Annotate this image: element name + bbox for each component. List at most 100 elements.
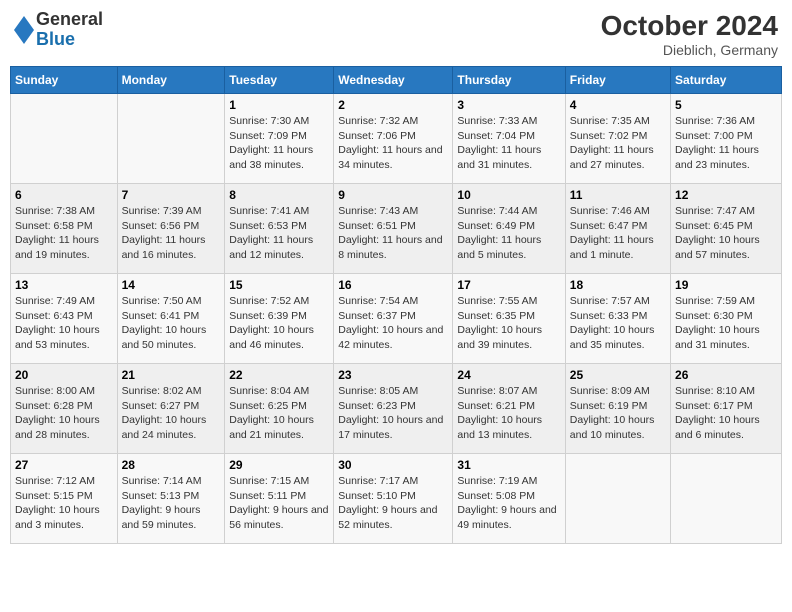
calendar-day-cell: 30 Sunrise: 7:17 AM Sunset: 5:10 PM Dayli… [334,454,453,544]
day-info: Sunrise: 7:12 AM Sunset: 5:15 PM Dayligh… [15,474,113,533]
calendar-day-cell: 5 Sunrise: 7:36 AM Sunset: 7:00 PM Daylig… [671,94,782,184]
day-number: 20 [15,368,113,382]
day-info: Sunrise: 7:52 AM Sunset: 6:39 PM Dayligh… [229,294,329,353]
calendar-day-cell: 16 Sunrise: 7:54 AM Sunset: 6:37 PM Dayli… [334,274,453,364]
day-info: Sunrise: 7:50 AM Sunset: 6:41 PM Dayligh… [122,294,221,353]
calendar-day-cell: 15 Sunrise: 7:52 AM Sunset: 6:39 PM Dayli… [225,274,334,364]
day-info: Sunrise: 8:05 AM Sunset: 6:23 PM Dayligh… [338,384,448,443]
calendar-day-cell: 25 Sunrise: 8:09 AM Sunset: 6:19 PM Dayli… [565,364,670,454]
weekday-header-cell: Tuesday [225,67,334,94]
day-info: Sunrise: 7:38 AM Sunset: 6:58 PM Dayligh… [15,204,113,263]
calendar-day-cell: 28 Sunrise: 7:14 AM Sunset: 5:13 PM Dayli… [117,454,225,544]
day-number: 7 [122,188,221,202]
calendar-day-cell: 31 Sunrise: 7:19 AM Sunset: 5:08 PM Dayli… [453,454,565,544]
calendar-day-cell: 23 Sunrise: 8:05 AM Sunset: 6:23 PM Dayli… [334,364,453,454]
calendar-day-cell [671,454,782,544]
day-info: Sunrise: 7:46 AM Sunset: 6:47 PM Dayligh… [570,204,666,263]
location-subtitle: Dieblich, Germany [601,42,778,58]
logo-icon [14,16,34,44]
day-info: Sunrise: 8:07 AM Sunset: 6:21 PM Dayligh… [457,384,560,443]
calendar-day-cell: 7Sunrise: 7:39 AM Sunset: 6:56 PM Daylig… [117,184,225,274]
calendar-day-cell: 8Sunrise: 7:41 AM Sunset: 6:53 PM Daylig… [225,184,334,274]
day-number: 1 [229,98,329,112]
weekday-header-cell: Friday [565,67,670,94]
weekday-header-cell: Wednesday [334,67,453,94]
calendar-table: SundayMondayTuesdayWednesdayThursdayFrid… [10,66,782,544]
day-number: 12 [675,188,777,202]
day-number: 27 [15,458,113,472]
day-number: 19 [675,278,777,292]
day-number: 15 [229,278,329,292]
calendar-day-cell: 3 Sunrise: 7:33 AM Sunset: 7:04 PM Daylig… [453,94,565,184]
day-info: Sunrise: 8:09 AM Sunset: 6:19 PM Dayligh… [570,384,666,443]
calendar-day-cell: 1Sunrise: 7:30 AM Sunset: 7:09 PM Daylig… [225,94,334,184]
month-year-title: October 2024 [601,10,778,42]
day-info: Sunrise: 7:15 AM Sunset: 5:11 PM Dayligh… [229,474,329,533]
day-number: 30 [338,458,448,472]
day-number: 17 [457,278,560,292]
weekday-header-cell: Thursday [453,67,565,94]
logo-text: General Blue [36,10,103,50]
calendar-day-cell: 26 Sunrise: 8:10 AM Sunset: 6:17 PM Dayli… [671,364,782,454]
logo: General Blue [14,10,103,50]
day-number: 6 [15,188,113,202]
page-header: General Blue October 2024 Dieblich, Germ… [10,10,782,58]
day-number: 11 [570,188,666,202]
day-info: Sunrise: 7:54 AM Sunset: 6:37 PM Dayligh… [338,294,448,353]
day-number: 28 [122,458,221,472]
title-block: October 2024 Dieblich, Germany [601,10,778,58]
weekday-header-cell: Monday [117,67,225,94]
day-info: Sunrise: 7:14 AM Sunset: 5:13 PM Dayligh… [122,474,221,533]
day-info: Sunrise: 7:44 AM Sunset: 6:49 PM Dayligh… [457,204,560,263]
calendar-day-cell: 14 Sunrise: 7:50 AM Sunset: 6:41 PM Dayli… [117,274,225,364]
logo-general: General [36,10,103,30]
calendar-day-cell: 19Sunrise: 7:59 AM Sunset: 6:30 PM Dayli… [671,274,782,364]
calendar-day-cell: 22Sunrise: 8:04 AM Sunset: 6:25 PM Dayli… [225,364,334,454]
day-info: Sunrise: 7:33 AM Sunset: 7:04 PM Dayligh… [457,114,560,173]
day-number: 13 [15,278,113,292]
calendar-day-cell: 9Sunrise: 7:43 AM Sunset: 6:51 PM Daylig… [334,184,453,274]
calendar-day-cell: 17 Sunrise: 7:55 AM Sunset: 6:35 PM Dayli… [453,274,565,364]
day-number: 24 [457,368,560,382]
day-number: 16 [338,278,448,292]
calendar-day-cell: 10 Sunrise: 7:44 AM Sunset: 6:49 PM Dayli… [453,184,565,274]
day-info: Sunrise: 7:19 AM Sunset: 5:08 PM Dayligh… [457,474,560,533]
day-number: 25 [570,368,666,382]
day-info: Sunrise: 8:02 AM Sunset: 6:27 PM Dayligh… [122,384,221,443]
day-number: 3 [457,98,560,112]
weekday-header-cell: Sunday [11,67,118,94]
day-info: Sunrise: 7:17 AM Sunset: 5:10 PM Dayligh… [338,474,448,533]
day-number: 9 [338,188,448,202]
calendar-day-cell: 2Sunrise: 7:32 AM Sunset: 7:06 PM Daylig… [334,94,453,184]
calendar-day-cell: 18Sunrise: 7:57 AM Sunset: 6:33 PM Dayli… [565,274,670,364]
day-number: 26 [675,368,777,382]
day-number: 21 [122,368,221,382]
calendar-day-cell: 24 Sunrise: 8:07 AM Sunset: 6:21 PM Dayli… [453,364,565,454]
calendar-day-cell [565,454,670,544]
calendar-day-cell: 29 Sunrise: 7:15 AM Sunset: 5:11 PM Dayli… [225,454,334,544]
day-number: 29 [229,458,329,472]
day-number: 31 [457,458,560,472]
calendar-day-cell [11,94,118,184]
calendar-day-cell: 13 Sunrise: 7:49 AM Sunset: 6:43 PM Dayli… [11,274,118,364]
day-info: Sunrise: 7:49 AM Sunset: 6:43 PM Dayligh… [15,294,113,353]
day-number: 10 [457,188,560,202]
weekday-header-row: SundayMondayTuesdayWednesdayThursdayFrid… [11,67,782,94]
day-info: Sunrise: 7:36 AM Sunset: 7:00 PM Dayligh… [675,114,777,173]
day-number: 8 [229,188,329,202]
calendar-day-cell: 21 Sunrise: 8:02 AM Sunset: 6:27 PM Dayli… [117,364,225,454]
day-number: 23 [338,368,448,382]
day-info: Sunrise: 7:35 AM Sunset: 7:02 PM Dayligh… [570,114,666,173]
day-info: Sunrise: 7:55 AM Sunset: 6:35 PM Dayligh… [457,294,560,353]
calendar-day-cell: 12Sunrise: 7:47 AM Sunset: 6:45 PM Dayli… [671,184,782,274]
day-number: 5 [675,98,777,112]
day-number: 18 [570,278,666,292]
calendar-week-row: 6 Sunrise: 7:38 AM Sunset: 6:58 PM Daylig… [11,184,782,274]
day-info: Sunrise: 8:00 AM Sunset: 6:28 PM Dayligh… [15,384,113,443]
day-info: Sunrise: 8:10 AM Sunset: 6:17 PM Dayligh… [675,384,777,443]
calendar-week-row: 27 Sunrise: 7:12 AM Sunset: 5:15 PM Dayli… [11,454,782,544]
calendar-day-cell: 4Sunrise: 7:35 AM Sunset: 7:02 PM Daylig… [565,94,670,184]
logo-blue: Blue [36,30,103,50]
day-info: Sunrise: 8:04 AM Sunset: 6:25 PM Dayligh… [229,384,329,443]
day-number: 14 [122,278,221,292]
